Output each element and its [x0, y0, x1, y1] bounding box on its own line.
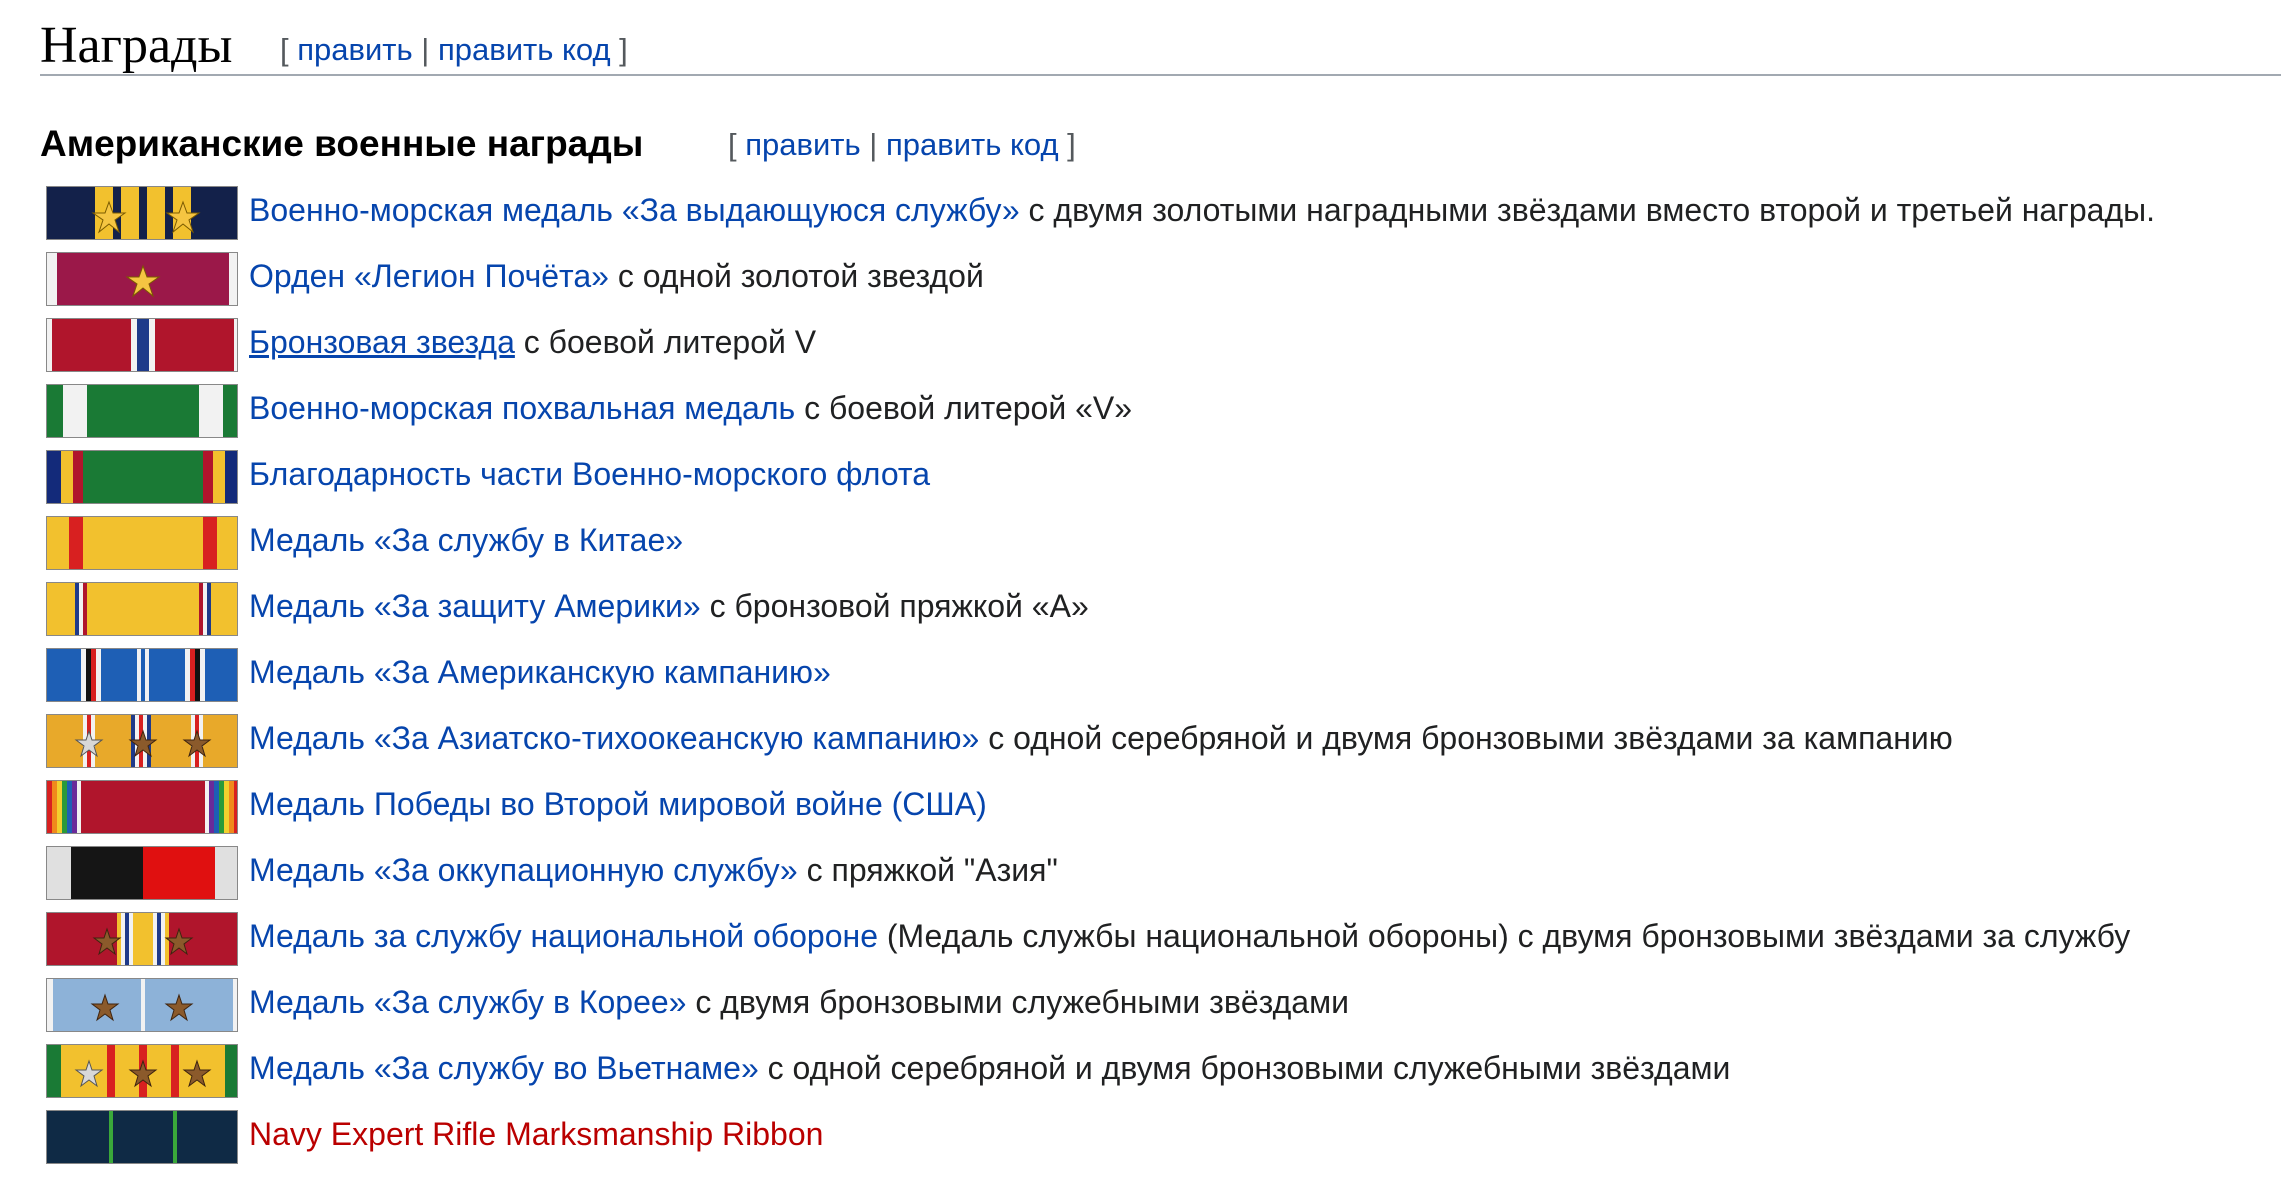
award-link[interactable]: Медаль «За Американскую кампанию»	[249, 654, 831, 690]
edit-bracket-open: [	[280, 32, 289, 67]
award-text: Медаль «За Американскую кампанию»	[249, 654, 831, 691]
ribbon-image[interactable]	[46, 186, 238, 240]
award-description: с двумя золотыми наградными звёздами вме…	[1019, 192, 2156, 228]
award-link[interactable]: Медаль «За службу в Корее»	[249, 984, 686, 1020]
award-description: с одной золотой звездой	[608, 258, 984, 294]
edit-code-link[interactable]: править код	[886, 127, 1059, 162]
ribbon-image[interactable]	[46, 252, 238, 306]
ribbon-image[interactable]	[46, 384, 238, 438]
ribbon-image[interactable]	[46, 978, 238, 1032]
award-description: с двумя бронзовыми служебными звёздами	[686, 984, 1349, 1020]
section-title: Награды	[40, 17, 233, 74]
ribbon-image[interactable]	[46, 516, 238, 570]
ribbon-image[interactable]	[46, 846, 238, 900]
award-link[interactable]: Navy Expert Rifle Marksmanship Ribbon	[249, 1116, 823, 1152]
ribbon-image[interactable]	[46, 1044, 238, 1098]
edit-separator: |	[421, 32, 430, 67]
section-edit-links: [ править | править код ]	[280, 32, 628, 68]
edit-code-link[interactable]: править код	[438, 32, 611, 67]
award-text: Благодарность части Военно-морского флот…	[249, 456, 930, 493]
award-link[interactable]: Медаль «За службу во Вьетнаме»	[249, 1050, 759, 1086]
award-link[interactable]: Медаль «За службу в Китае»	[249, 522, 683, 558]
award-link[interactable]: Медаль «За защиту Америки»	[249, 588, 701, 624]
edit-bracket-close: ]	[1067, 127, 1076, 162]
ribbon-image[interactable]	[46, 648, 238, 702]
ribbon-image[interactable]	[46, 780, 238, 834]
ribbon-image[interactable]	[46, 582, 238, 636]
award-text: Бронзовая звезда с боевой литерой V	[249, 324, 816, 361]
award-link[interactable]: Бронзовая звезда	[249, 324, 515, 360]
award-link[interactable]: Орден «Легион Почёта»	[249, 258, 609, 294]
award-link[interactable]: Благодарность части Военно-морского флот…	[249, 456, 930, 492]
award-description: с одной серебряной и двумя бронзовыми сл…	[758, 1050, 1731, 1086]
award-description: с боевой литерой V	[514, 324, 817, 360]
award-text: Военно-морская похвальная медаль с боево…	[249, 390, 1132, 427]
award-link[interactable]: Медаль за службу национальной обороне	[249, 918, 878, 954]
award-link[interactable]: Военно-морская медаль «За выдающуюся слу…	[249, 192, 1020, 228]
award-text: Медаль «За защиту Америки» с бронзовой п…	[249, 588, 1089, 625]
ribbon-image[interactable]	[46, 450, 238, 504]
award-description: с бронзовой пряжкой «A»	[700, 588, 1089, 624]
award-description: (Медаль службы национальной обороны) с д…	[877, 918, 2131, 954]
award-text: Военно-морская медаль «За выдающуюся слу…	[249, 192, 2155, 229]
award-text: Медаль «За оккупационную службу» с пряжк…	[249, 852, 1058, 889]
award-text: Медаль «За службу во Вьетнаме» с одной с…	[249, 1050, 1730, 1087]
award-link[interactable]: Медаль «За Азиатско-тихоокеанскую кампан…	[249, 720, 979, 756]
ribbon-image[interactable]	[46, 1110, 238, 1164]
ribbon-image[interactable]	[46, 912, 238, 966]
subsection-edit-links: [ править | править код ]	[728, 127, 1076, 163]
award-text: Медаль «За Азиатско-тихоокеанскую кампан…	[249, 720, 1953, 757]
subsection-title: Американские военные награды	[40, 123, 644, 164]
award-text: Navy Expert Rifle Marksmanship Ribbon	[249, 1116, 823, 1153]
edit-link[interactable]: править	[297, 32, 412, 67]
award-text: Орден «Легион Почёта» с одной золотой зв…	[249, 258, 984, 295]
award-text: Медаль «За службу в Китае»	[249, 522, 683, 559]
ribbon-image[interactable]	[46, 714, 238, 768]
page: Награды [ править | править код ] Америк…	[0, 0, 2281, 1200]
edit-link[interactable]: править	[745, 127, 860, 162]
award-link[interactable]: Медаль Победы во Второй мировой войне (С…	[249, 786, 987, 822]
award-description: с боевой литерой «V»	[795, 390, 1133, 426]
ribbon-image[interactable]	[46, 318, 238, 372]
award-description: с пряжкой "Азия"	[797, 852, 1058, 888]
edit-bracket-open: [	[728, 127, 737, 162]
award-link[interactable]: Медаль «За оккупационную службу»	[249, 852, 798, 888]
award-text: Медаль Победы во Второй мировой войне (С…	[249, 786, 987, 823]
award-text: Медаль за службу национальной обороне (М…	[249, 918, 2130, 955]
section-heading: Награды [ править | править код ]	[40, 10, 2281, 76]
award-link[interactable]: Военно-морская похвальная медаль	[249, 390, 795, 426]
edit-separator: |	[869, 127, 878, 162]
award-text: Медаль «За службу в Корее» с двумя бронз…	[249, 984, 1349, 1021]
award-description: с одной серебряной и двумя бронзовыми зв…	[979, 720, 1953, 756]
edit-bracket-close: ]	[619, 32, 628, 67]
